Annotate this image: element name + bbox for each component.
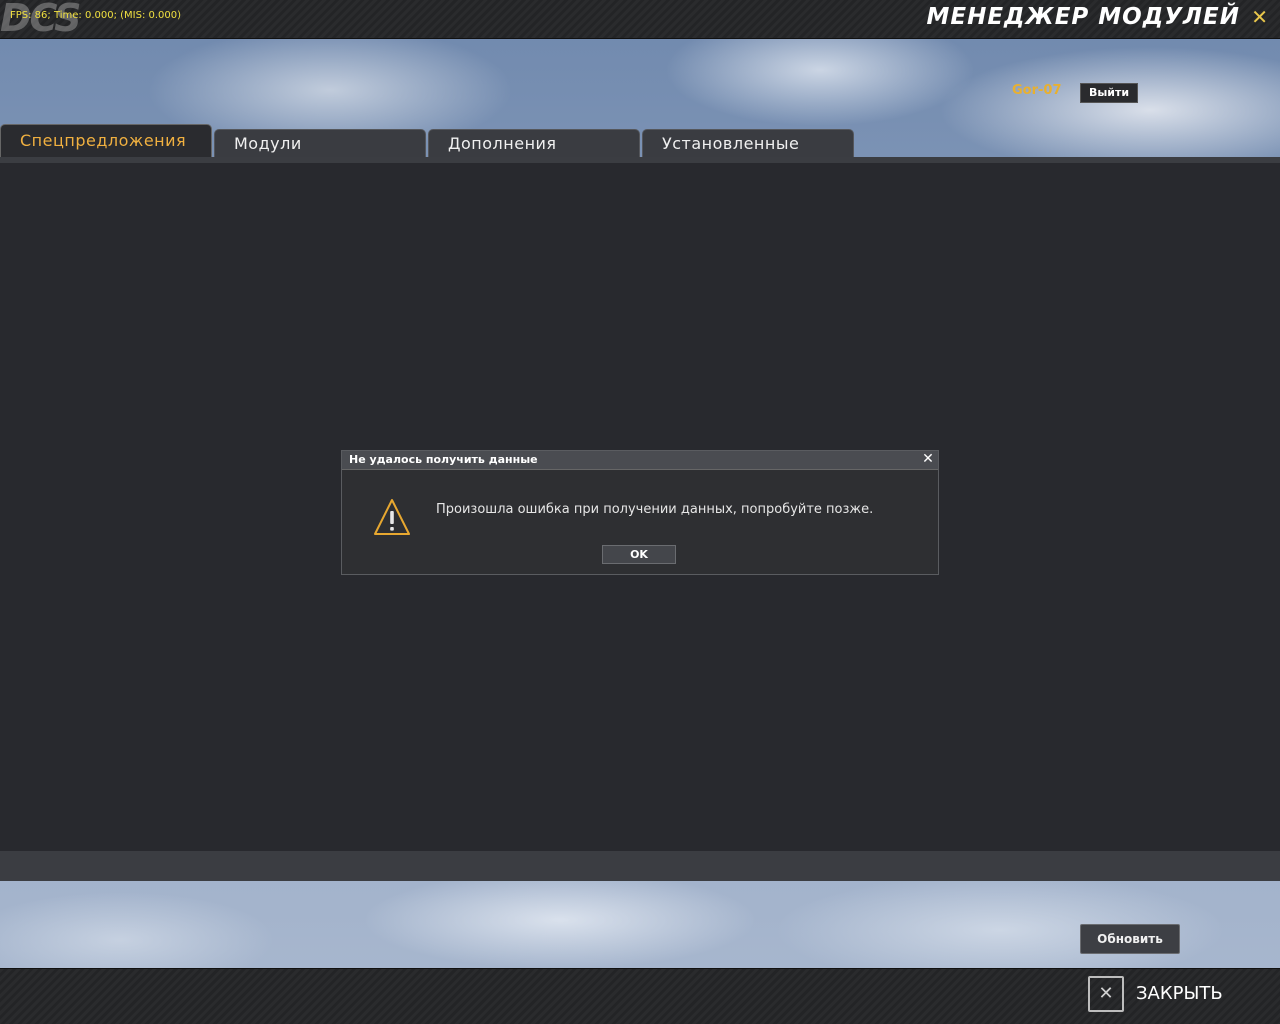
content-footer-strip (0, 851, 1280, 881)
logout-button[interactable]: Выйти (1080, 83, 1138, 103)
dialog-header: Не удалось получить данные ✕ (342, 451, 938, 470)
tab-special-offers[interactable]: Спецпредложения (0, 124, 212, 157)
username: Gor-07 (1012, 83, 1062, 98)
error-dialog: Не удалось получить данные ✕ Произошла о… (341, 450, 939, 575)
module-manager-window: DCS FPS: 86; Time: 0.000; (MIS: 0.000) М… (0, 0, 1280, 1024)
dialog-title: Не удалось получить данные (349, 453, 538, 466)
app-title: МЕНЕДЖЕР МОДУЛЕЙ (926, 4, 1240, 30)
close-button-label[interactable]: ЗАКРЫТЬ (1136, 983, 1223, 1004)
close-icon[interactable]: ✕ (1088, 976, 1124, 1012)
close-icon[interactable]: ✕ (921, 452, 935, 466)
fps-counter: FPS: 86; Time: 0.000; (MIS: 0.000) (10, 10, 182, 21)
tab-addons[interactable]: Дополнения (428, 129, 640, 157)
tab-installed[interactable]: Установленные (642, 129, 854, 157)
close-icon[interactable]: ✕ (1251, 7, 1268, 27)
ok-button[interactable]: OK (602, 545, 676, 564)
refresh-button[interactable]: Обновить (1080, 924, 1180, 954)
top-bar: DCS FPS: 86; Time: 0.000; (MIS: 0.000) М… (0, 0, 1280, 39)
warning-icon (374, 499, 410, 535)
dialog-message: Произошла ошибка при получении данных, п… (436, 502, 874, 517)
tab-modules[interactable]: Модули (214, 129, 426, 157)
